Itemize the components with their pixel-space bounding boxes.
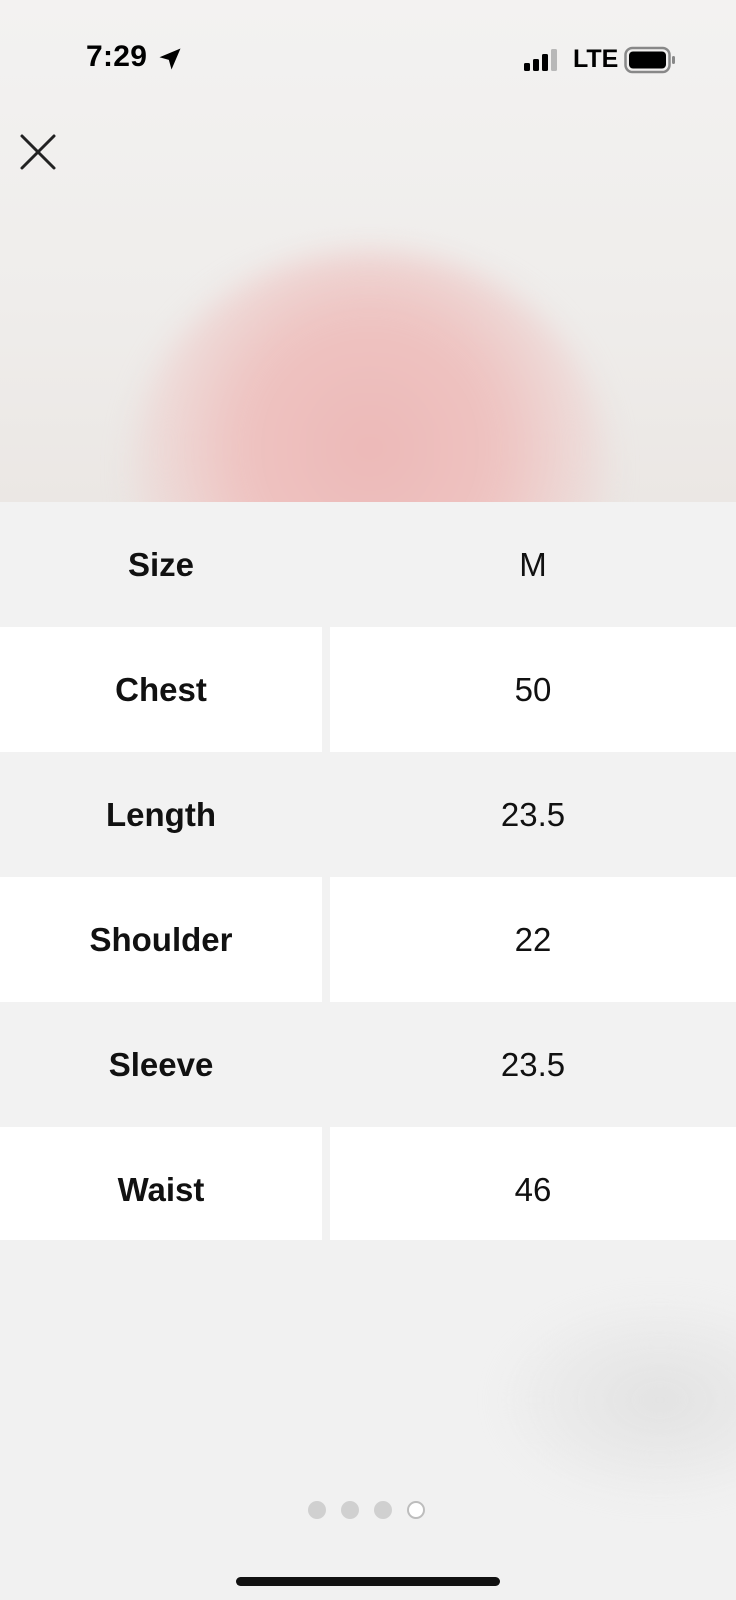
row-label: Sleeve [0,1002,322,1127]
page-dot[interactable] [374,1501,392,1519]
signal-icon [524,49,557,71]
blurred-background [0,1240,736,1600]
close-button[interactable] [14,128,62,176]
page-dot[interactable] [308,1501,326,1519]
table-row: Chest 50 [0,627,736,752]
row-value: 46 [330,1127,736,1252]
row-value: 23.5 [330,1002,736,1127]
row-label: Size [0,502,322,627]
table-row: Shoulder 22 [0,877,736,1002]
close-icon [20,134,56,170]
row-value: 50 [330,627,736,752]
page-dot-active[interactable] [407,1501,425,1519]
blurred-garment [130,250,610,502]
battery-icon [624,46,675,74]
row-label: Length [0,752,322,877]
row-value: 23.5 [330,752,736,877]
status-bar: 7:29 LTE [0,0,736,110]
row-label: Shoulder [0,877,322,1002]
row-label: Waist [0,1127,322,1252]
row-label: Chest [0,627,322,752]
row-value: 22 [330,877,736,1002]
location-arrow-icon [159,48,181,70]
page-indicator [308,1501,425,1519]
home-indicator[interactable] [236,1577,500,1586]
page-dot[interactable] [341,1501,359,1519]
table-row: Sleeve 23.5 [0,1002,736,1127]
table-row: Length 23.5 [0,752,736,877]
status-time: 7:29 [86,40,148,73]
table-row: Waist 46 [0,1127,736,1252]
size-chart-table: Size M Chest 50 Length 23.5 Shoulder 22 … [0,502,736,1252]
row-value: M [330,502,736,627]
blurred-shadow [500,1300,736,1500]
table-row: Size M [0,502,736,627]
network-type: LTE [573,45,619,73]
